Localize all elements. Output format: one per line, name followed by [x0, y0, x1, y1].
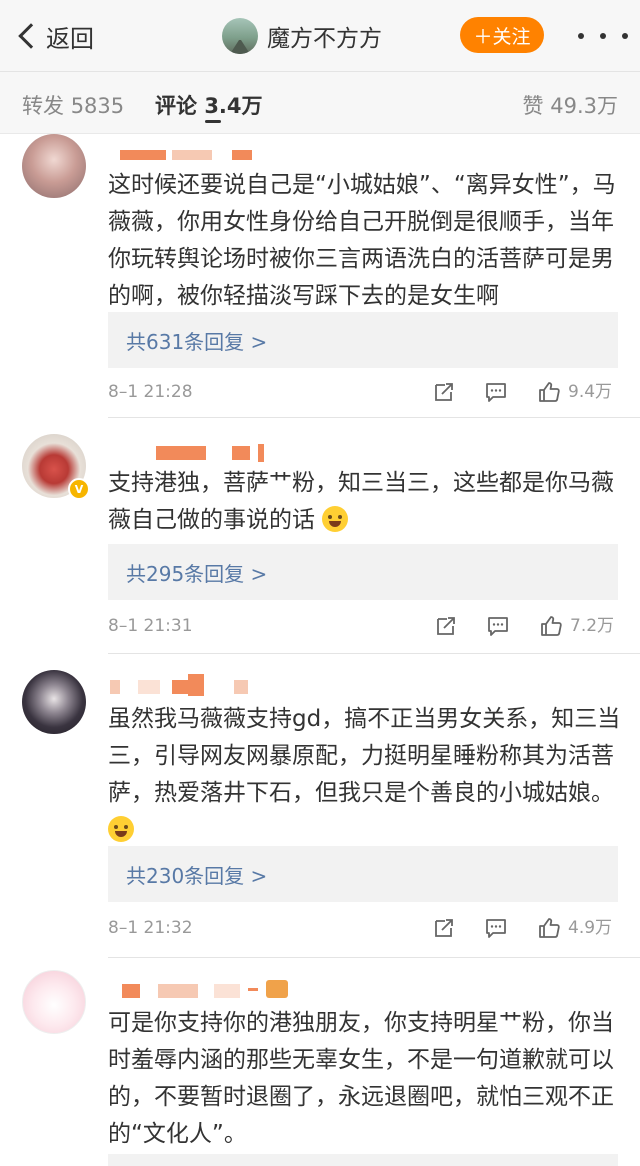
follow-button[interactable]: ＋关注	[460, 17, 544, 53]
tab-repost[interactable]: 转发 5835	[22, 90, 124, 120]
stats-tab-bar: 转发 5835 评论 3.4万 赞 49.3万	[0, 72, 640, 134]
top-nav-bar: 返回 魔方不方方 ＋关注	[0, 0, 640, 72]
comment-count: 3.4万	[204, 94, 263, 118]
view-replies-button[interactable]: 共230条回复 >	[108, 846, 618, 902]
profile-header[interactable]: 魔方不方方	[222, 15, 382, 57]
comment-item: 可是你支持你的港独朋友，你支持明星艹粉，你当时羞辱内涵的那些无辜女生，不是一句道…	[0, 958, 640, 1166]
back-label: 返回	[46, 24, 94, 53]
comment-icon[interactable]	[486, 614, 510, 638]
comment-label: 评论	[155, 94, 197, 118]
share-icon[interactable]	[434, 614, 458, 638]
view-replies-button[interactable]	[108, 1154, 618, 1166]
profile-name: 魔方不方方	[267, 26, 382, 52]
comment-text: 虽然我马薇薇支持gd，搞不正当男女关系，知三当三，引导网友网暴原配，力挺明星睡粉…	[108, 701, 622, 849]
active-tab-indicator	[205, 120, 221, 123]
more-dots-icon[interactable]	[578, 22, 628, 50]
comment-text-content: 虽然我马薇薇支持gd，搞不正当男女关系，知三当三，引导网友网暴原配，力挺明星睡粉…	[108, 706, 621, 806]
thumbs-up-icon[interactable]	[536, 380, 562, 404]
repost-count: 5835	[70, 94, 125, 118]
commenter-name-redacted[interactable]	[108, 980, 288, 1004]
commenter-name-redacted[interactable]	[108, 444, 288, 466]
commenter-avatar[interactable]	[22, 134, 86, 198]
comment-text: 支持港独，菩萨艹粉，知三当三，这些都是你马薇薇自己做的事说的话	[108, 465, 622, 539]
like-count: 9.4万	[568, 382, 613, 402]
commenter-avatar[interactable]	[22, 670, 86, 734]
thumbs-up-icon[interactable]	[538, 614, 564, 638]
comment-text: 这时候还要说自己是“小城姑娘”、“离异女性”，马薇薇，你用女性身份给自己开脱倒是…	[108, 172, 616, 309]
comment-item: 这时候还要说自己是“小城姑娘”、“离异女性”，马薇薇，你用女性身份给自己开脱倒是…	[0, 134, 640, 418]
thumbs-up-icon[interactable]	[536, 916, 562, 940]
like-label: 赞	[522, 94, 544, 118]
comment-item: V 支持港独，菩萨艹粉，知三当三，这些都是你马薇薇自己做的事说的话 共295条回…	[0, 418, 640, 654]
comment-text: 可是你支持你的港独朋友，你支持明星艹粉，你当时羞辱内涵的那些无辜女生，不是一句道…	[108, 1010, 614, 1147]
comment-actions: 9.4万	[430, 380, 630, 404]
commenter-name-redacted[interactable]	[108, 148, 288, 168]
replies-count-link[interactable]: 共230条回复 >	[126, 860, 267, 889]
comment-timestamp: 8–1 21:32	[108, 918, 193, 938]
like-count: 4.9万	[568, 918, 613, 938]
replies-count-link[interactable]: 共295条回复 >	[126, 558, 267, 587]
view-replies-button[interactable]: 共631条回复 >	[108, 312, 618, 368]
comment-text-content: 支持港独，菩萨艹粉，知三当三，这些都是你马薇薇自己做的事说的话	[108, 470, 614, 533]
comment-icon[interactable]	[484, 916, 508, 940]
comment-actions: 4.9万	[430, 916, 630, 940]
emoji-icon	[108, 816, 134, 842]
replies-count-link[interactable]: 共631条回复 >	[126, 326, 267, 355]
share-icon[interactable]	[432, 916, 456, 940]
view-replies-button[interactable]: 共295条回复 >	[108, 544, 618, 600]
verified-badge-icon: V	[68, 478, 90, 500]
back-chevron-icon	[18, 23, 44, 49]
commenter-avatar[interactable]	[22, 970, 86, 1034]
back-button[interactable]: 返回	[14, 14, 94, 58]
comment-actions: 7.2万	[430, 614, 630, 638]
repost-label: 转发	[22, 94, 64, 118]
like-count: 7.2万	[570, 616, 615, 636]
comment-icon[interactable]	[484, 380, 508, 404]
tab-like[interactable]: 赞 49.3万	[523, 90, 618, 120]
comment-timestamp: 8–1 21:31	[108, 616, 193, 636]
emoji-icon	[322, 506, 349, 532]
profile-avatar[interactable]	[222, 18, 258, 54]
share-icon[interactable]	[432, 380, 456, 404]
comment-timestamp: 8–1 21:28	[108, 382, 193, 402]
comment-item: 虽然我马薇薇支持gd，搞不正当男女关系，知三当三，引导网友网暴原配，力挺明星睡粉…	[0, 654, 640, 958]
commenter-name-redacted[interactable]	[108, 674, 288, 698]
like-count: 49.3万	[550, 94, 618, 118]
